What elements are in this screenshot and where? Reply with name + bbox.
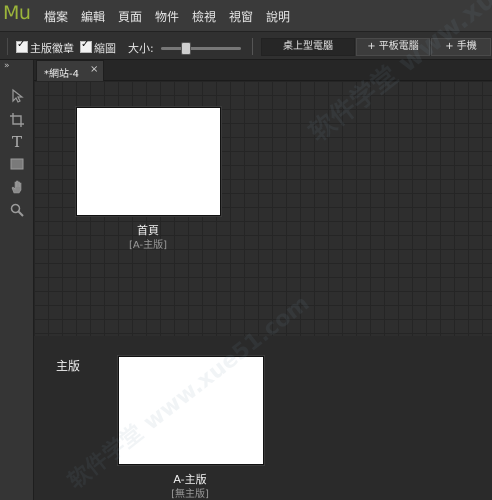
page-thumbnail-home[interactable] — [76, 107, 221, 216]
menu-view[interactable]: 檢視 — [192, 8, 216, 25]
size-slider-thumb[interactable] — [181, 42, 191, 55]
thumbnails-checkbox[interactable] — [80, 39, 92, 53]
collapse-panel-icon[interactable]: » — [4, 61, 9, 71]
zoom-icon[interactable] — [9, 202, 25, 218]
options-bar: 主版徽章 縮圖 大小: 桌上型電腦 + 平板電腦 + 手機 — [0, 32, 492, 60]
divider — [252, 38, 253, 55]
size-slider-track[interactable] — [161, 47, 241, 50]
master-parent-label: [無主版] — [171, 489, 209, 500]
page-master-label: [A-主版] — [128, 240, 168, 251]
close-icon[interactable]: × — [90, 64, 98, 75]
text-tool-icon[interactable]: T — [9, 134, 25, 150]
menu-help[interactable]: 說明 — [266, 8, 290, 25]
rectangle-icon[interactable] — [9, 156, 25, 172]
breakpoint-desktop-button[interactable]: 桌上型電腦 — [261, 38, 355, 56]
master-badges-label: 主版徽章 — [30, 42, 74, 55]
size-label: 大小: — [128, 42, 154, 55]
menu-window[interactable]: 視窗 — [229, 8, 253, 25]
masters-section-label: 主版 — [56, 359, 81, 373]
document-tab[interactable]: *網站-4 × — [36, 60, 104, 81]
menu-page[interactable]: 頁面 — [118, 8, 142, 25]
breakpoint-phone-button[interactable]: + 手機 — [431, 38, 491, 56]
hand-icon[interactable] — [9, 179, 25, 195]
master-thumbnail-a[interactable] — [118, 356, 264, 465]
menu-edit[interactable]: 編輯 — [81, 8, 105, 25]
app-logo: Mu — [3, 2, 31, 24]
selection-arrow-icon[interactable] — [9, 88, 25, 104]
document-tab-strip: *網站-4 × — [34, 60, 492, 81]
crop-icon[interactable] — [9, 112, 25, 128]
thumbnails-label: 縮圖 — [94, 42, 116, 55]
divider — [7, 38, 8, 55]
breakpoint-tablet-button[interactable]: + 平板電腦 — [356, 38, 430, 56]
menu-bar: Mu 檔案 編輯 頁面 物件 檢視 視窗 說明 — [0, 0, 492, 32]
document-tab-label: *網站-4 — [44, 69, 79, 80]
menu-file[interactable]: 檔案 — [44, 8, 68, 25]
master-badges-checkbox[interactable] — [16, 39, 28, 53]
tools-panel: » T — [0, 60, 34, 500]
menu-object[interactable]: 物件 — [155, 8, 179, 25]
